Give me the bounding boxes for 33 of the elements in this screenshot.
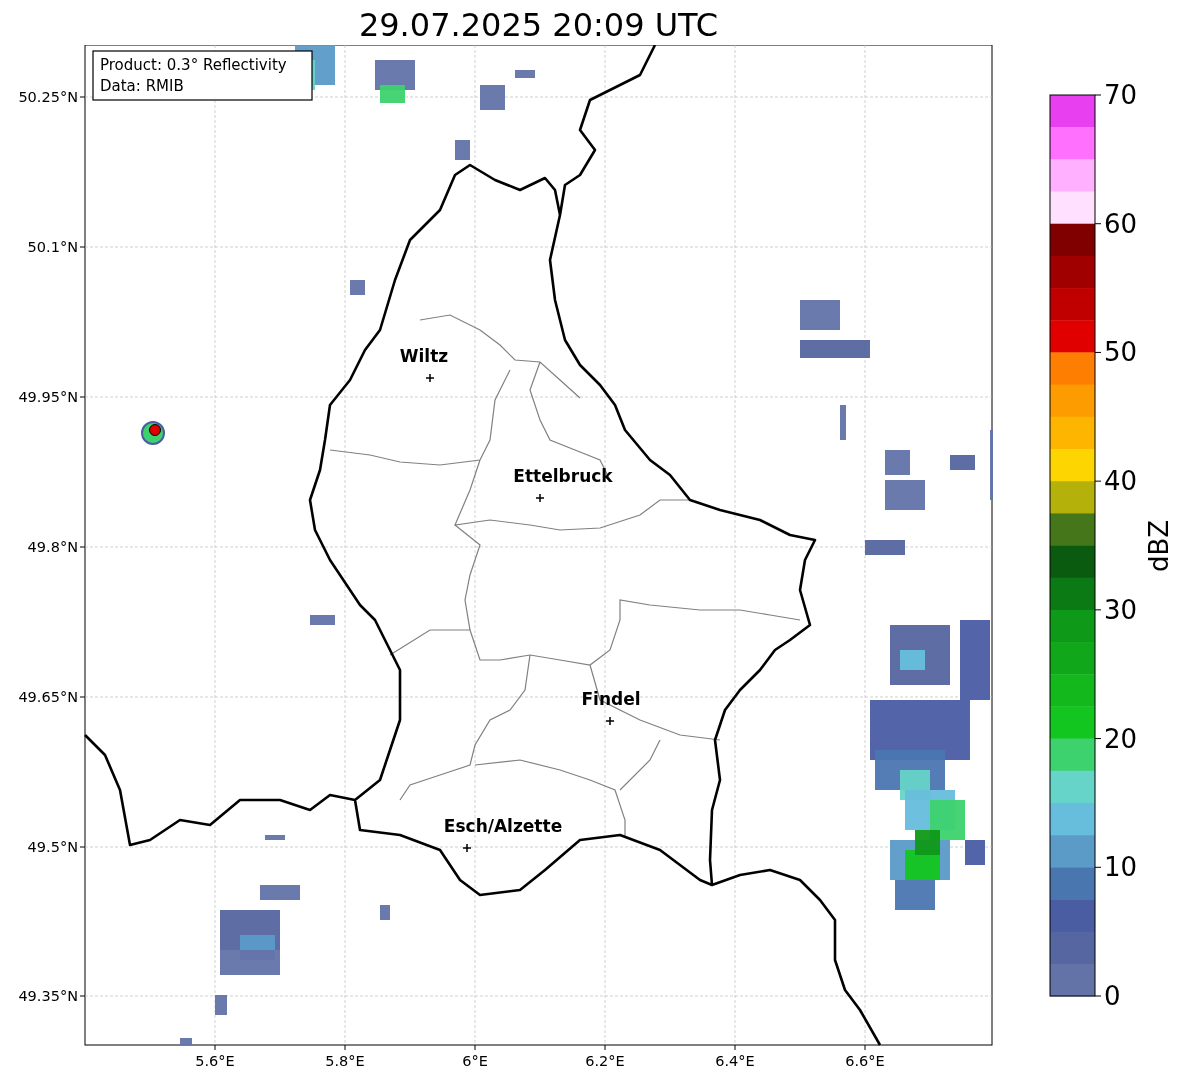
- city-marker-icon: [605, 716, 615, 726]
- colorbar-tick-label: 20: [1104, 723, 1138, 754]
- city-marker-icon: [462, 843, 472, 853]
- latitude-label: 49.8°N: [27, 539, 78, 555]
- latitude-label: 49.35°N: [18, 988, 78, 1004]
- city-label: Ettelbruck: [513, 466, 613, 486]
- colorbar-tick-label: 70: [1104, 80, 1138, 110]
- city-marker-icon: [425, 373, 435, 383]
- longitude-label: 5.6°E: [195, 1053, 235, 1069]
- colorbar-label: dBZ: [1144, 519, 1174, 573]
- longitude-label: 6.4°E: [715, 1053, 755, 1069]
- longitude-label: 5.8°E: [325, 1053, 365, 1069]
- latitude-label: 49.95°N: [18, 389, 78, 405]
- info-text: Data: RMIB: [100, 77, 184, 95]
- colorbar-tick-label: 40: [1104, 466, 1138, 497]
- info-text: Product: 0.3° Reflectivity: [100, 56, 287, 74]
- city-label: Wiltz: [399, 346, 449, 366]
- colorbar-tick-label: 0: [1104, 981, 1121, 1011]
- longitude-label: 6.6°E: [845, 1053, 885, 1069]
- latitude-label: 50.25°N: [18, 89, 78, 105]
- latitude-label: 49.65°N: [18, 689, 78, 705]
- map-title: 29.07.2025 20:09 UTC: [357, 5, 720, 45]
- latitude-label: 49.5°N: [27, 839, 78, 855]
- city-label: Findel: [581, 689, 641, 709]
- city-marker-icon: [535, 493, 545, 503]
- colorbar-tick-label: 30: [1104, 594, 1138, 625]
- colorbar-tick-label: 60: [1104, 208, 1138, 239]
- longitude-label: 6°E: [462, 1053, 488, 1069]
- longitude-label: 6.2°E: [585, 1053, 625, 1069]
- latitude-label: 50.1°N: [27, 239, 78, 255]
- city-label: Esch/Alzette: [443, 816, 563, 836]
- colorbar-tick-label: 10: [1104, 852, 1138, 883]
- colorbar-tick-label: 50: [1104, 337, 1138, 368]
